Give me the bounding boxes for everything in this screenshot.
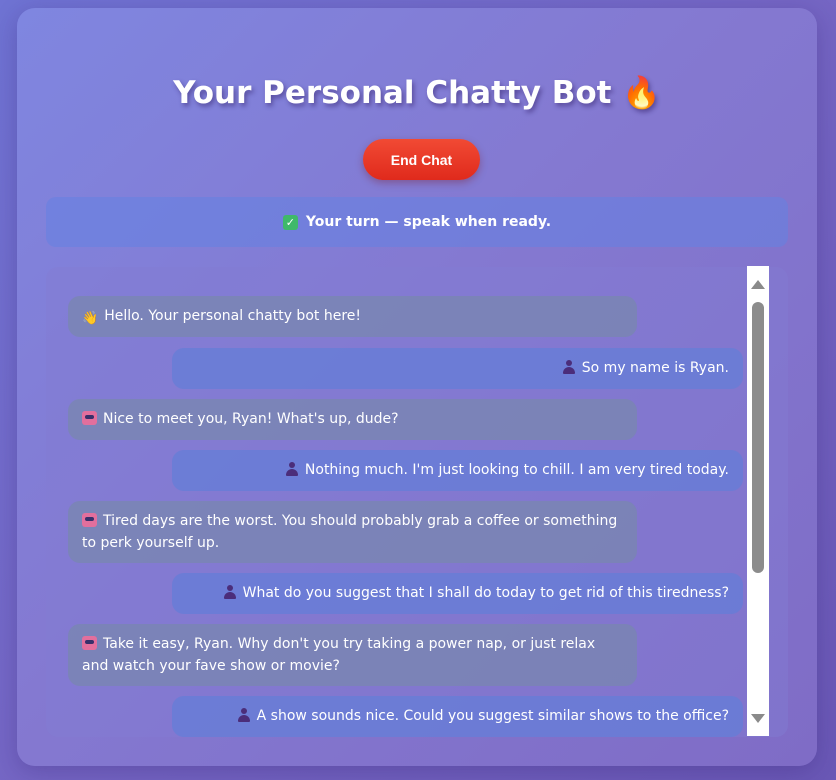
end-chat-button[interactable]: End Chat	[363, 139, 480, 180]
user-icon	[562, 360, 576, 374]
bot-message: 👋 Hello. Your personal chatty bot here!	[68, 296, 637, 337]
user-message: A show sounds nice. Could you suggest si…	[172, 696, 743, 737]
user-message: Nothing much. I'm just looking to chill.…	[172, 450, 743, 491]
user-message: So my name is Ryan.	[172, 348, 743, 389]
status-banner: ✓ Your turn — speak when ready.	[46, 197, 788, 247]
message-text: What do you suggest that I shall do toda…	[242, 585, 729, 601]
message-text: Nothing much. I'm just looking to chill.…	[304, 462, 729, 478]
wave-icon: 👋	[82, 311, 99, 326]
message-text: So my name is Ryan.	[581, 360, 729, 376]
message-text: Tired days are the worst. You should pro…	[82, 513, 618, 551]
robot-icon	[82, 411, 97, 425]
message-text: Nice to meet you, Ryan! What's up, dude?	[103, 411, 399, 427]
user-message: What do you suggest that I shall do toda…	[172, 573, 743, 614]
scrollbar-thumb[interactable]	[752, 302, 764, 573]
bot-message: Nice to meet you, Ryan! What's up, dude?	[68, 399, 637, 440]
message-text: A show sounds nice. Could you suggest si…	[256, 708, 729, 724]
user-icon	[237, 708, 251, 722]
scroll-down-arrow-icon[interactable]	[751, 714, 765, 723]
bot-message: Take it easy, Ryan. Why don't you try ta…	[68, 624, 637, 686]
robot-icon	[82, 636, 97, 650]
robot-icon	[82, 513, 97, 527]
bot-message: Tired days are the worst. You should pro…	[68, 501, 637, 563]
check-icon: ✓	[282, 214, 298, 230]
user-icon	[285, 462, 299, 476]
status-text: Your turn — speak when ready.	[305, 214, 552, 230]
message-text: Take it easy, Ryan. Why don't you try ta…	[82, 636, 596, 674]
user-icon	[223, 585, 237, 599]
chat-card: Your Personal Chatty Bot 🔥 End Chat ✓ Yo…	[17, 8, 817, 766]
chat-scrollbar[interactable]	[747, 266, 769, 736]
message-text: Hello. Your personal chatty bot here!	[104, 308, 361, 324]
page-title: Your Personal Chatty Bot 🔥	[173, 75, 661, 111]
scroll-up-arrow-icon[interactable]	[751, 280, 765, 289]
chat-log[interactable]: 👋 Hello. Your personal chatty bot here! S…	[46, 267, 788, 737]
